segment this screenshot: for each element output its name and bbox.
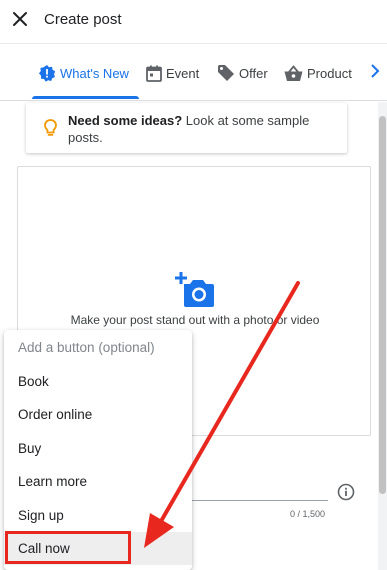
tab-offer[interactable]: Offer	[217, 61, 268, 85]
annotation-highlight-box	[5, 531, 131, 564]
ideas-heading: Need some ideas?	[68, 113, 183, 128]
new-badge-icon	[39, 65, 56, 82]
menu-item-buy[interactable]: Buy	[4, 432, 192, 465]
tab-product-label: Product	[307, 65, 352, 81]
tab-offer-label: Offer	[239, 65, 268, 81]
close-icon[interactable]	[10, 9, 30, 29]
character-count: 0 / 1,500	[290, 509, 326, 519]
active-tab-indicator	[32, 96, 139, 99]
menu-item-sign-up[interactable]: Sign up	[4, 499, 192, 532]
photo-caption: Make your post stand out with a photo or…	[70, 313, 320, 327]
shopping-basket-icon	[284, 64, 303, 81]
menu-item-learn-more[interactable]: Learn more	[4, 465, 192, 498]
tag-icon	[218, 65, 234, 81]
menu-item-book[interactable]: Book	[4, 365, 192, 398]
scrollbar[interactable]	[378, 102, 387, 570]
calendar-icon	[146, 65, 162, 82]
menu-placeholder: Add a button (optional)	[18, 340, 155, 355]
tab-whats-new[interactable]: What's New	[38, 61, 129, 85]
lightbulb-icon	[44, 119, 57, 136]
app-header: Create post	[0, 0, 387, 44]
add-photo-icon[interactable]	[175, 272, 215, 308]
info-icon[interactable]	[337, 483, 355, 501]
ideas-text: Need some ideas? Look at some sample pos…	[68, 112, 338, 146]
post-type-tabs: What's New Event Offer Product	[0, 44, 387, 101]
chevron-right-icon[interactable]	[370, 63, 380, 79]
tab-event[interactable]: Event	[146, 61, 199, 85]
tab-product[interactable]: Product	[284, 61, 352, 85]
menu-item-order-online[interactable]: Order online	[4, 398, 192, 431]
tab-whats-new-label: What's New	[60, 65, 129, 81]
description-input-underline[interactable]	[190, 500, 328, 501]
page-title: Create post	[44, 11, 122, 28]
scrollbar-thumb[interactable]	[379, 116, 386, 494]
ideas-banner[interactable]: Need some ideas? Look at some sample pos…	[26, 103, 347, 153]
tab-event-label: Event	[166, 65, 200, 81]
